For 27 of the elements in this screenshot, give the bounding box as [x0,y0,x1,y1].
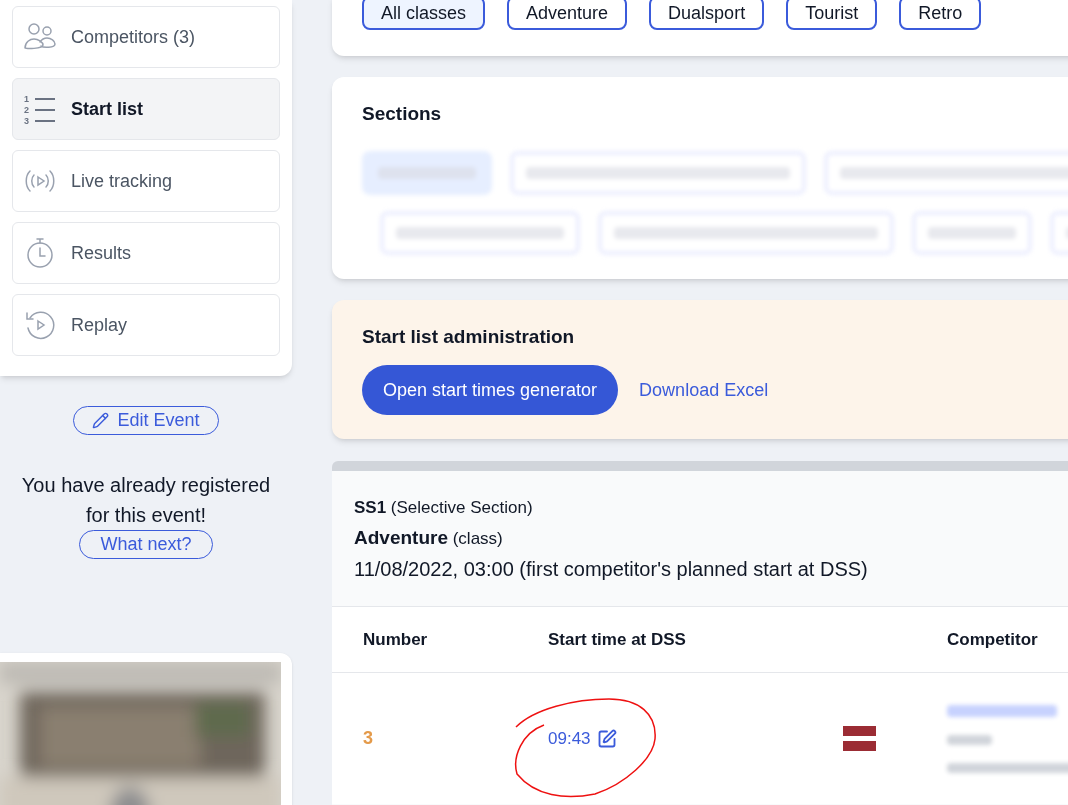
menu-item[interactable]: Live tracking [12,150,280,212]
start-number: 3 [363,727,374,750]
class-filter-chip[interactable]: Retro [899,0,982,30]
start-time-link[interactable]: 09:43 [548,725,843,752]
pencil-icon [92,412,110,429]
start-times-generator-button[interactable]: Open start times generator [362,365,619,415]
column-header: Start time at DSS [548,628,687,651]
class-filter-chip[interactable]: All classes [362,0,486,30]
menu-item[interactable]: Results [12,222,280,284]
blurred-section-chip[interactable] [362,150,492,195]
flag-icon [843,726,876,751]
class-filter-chip[interactable]: Dualsport [649,0,765,30]
column-header: Number [363,628,429,651]
class-filter-chip[interactable]: Tourist [786,0,878,30]
column-header: Competitor [947,628,1038,651]
menu-item[interactable]: Replay [12,294,280,356]
edit-icon [596,728,617,749]
class-filter-chip[interactable]: Adventure [507,0,628,30]
registered-message: You have already registered for this event! [20,473,272,528]
class-line: Adventure (class) [354,526,504,550]
date-line: 11/08/2022, 03:00 (first competitor's planned start at DSS) [354,557,869,582]
sections-title: Sections [362,102,443,126]
section-line: SS1 (Selective Section) [354,497,534,519]
menu-item[interactable]: 1 2 3 Start list [12,78,280,140]
administration-title: Start list administration [362,324,576,349]
download-excel-link[interactable]: Download Excel [639,376,769,404]
menu-item[interactable]: Competitors (3) [12,6,280,68]
